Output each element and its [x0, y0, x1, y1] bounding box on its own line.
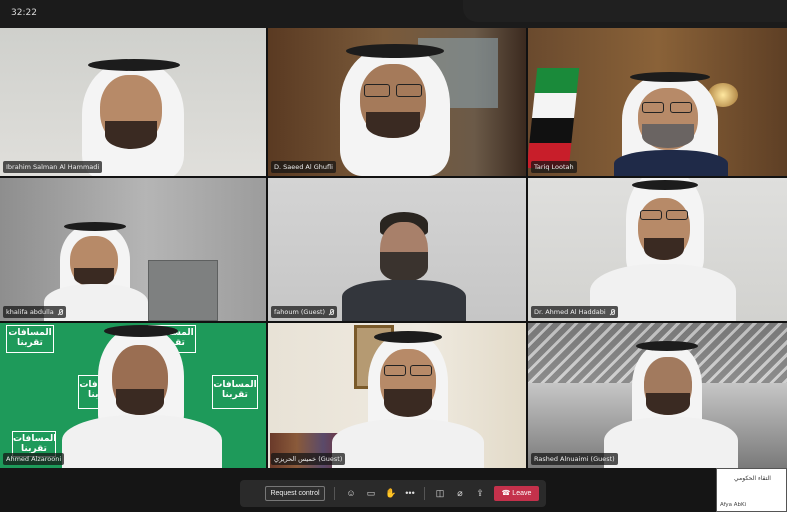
video-grid: Ibrahim Salman Al Hammadi D. Saeed Al Gh… [0, 28, 787, 468]
participant-video [608, 68, 738, 176]
slogan-sign: المسافات تقربنا [6, 325, 54, 353]
participant-name-label: خميس الحريزي (Guest) [271, 453, 346, 465]
participant-name-label: Rashed Alnuaimi (Guest) [531, 453, 618, 465]
self-view-tile[interactable]: التقاء الحكومي Afya AbKi [716, 468, 787, 512]
mic-muted-icon [57, 309, 63, 315]
participant-video [604, 341, 744, 468]
participant-tile[interactable]: Dr. Ahmed Al Haddabi [528, 178, 787, 321]
participant-tile[interactable]: المسافات تقربنا المسافات تقربنا المسافات… [0, 323, 266, 468]
camera-off-icon[interactable]: ◫ [434, 487, 446, 499]
participant-name-label: Dr. Ahmed Al Haddabi [531, 306, 618, 318]
more-icon[interactable]: ••• [404, 487, 416, 499]
mic-muted-icon [328, 309, 335, 315]
participant-tile[interactable]: Tariq Lootah [528, 28, 787, 176]
participant-name-label: Tariq Lootah [531, 161, 577, 173]
participant-name-label: khalifa abdulla [3, 306, 66, 318]
participant-name-label: D. Saeed Al Ghufli [271, 161, 336, 173]
office-cabinet [148, 260, 218, 321]
participant-name-label: Ahmed Alzarooni [3, 453, 65, 465]
phone-hangup-icon: ☎ [501, 490, 513, 497]
participant-tile[interactable]: fahoum (Guest) [268, 178, 526, 321]
mic-off-icon[interactable]: ⌀ [454, 487, 466, 499]
reactions-icon[interactable]: ☺ [345, 487, 357, 499]
toolbar-divider [334, 487, 335, 500]
participant-name-label: Ibrahim Salman Al Hammadi [3, 161, 103, 173]
participant-tile[interactable]: Rashed Alnuaimi (Guest) [528, 323, 787, 468]
participant-tile[interactable]: خميس الحريزي (Guest) [268, 323, 526, 468]
participant-video [342, 208, 466, 321]
participant-tile[interactable]: khalifa abdulla [0, 178, 266, 321]
participant-tile[interactable]: Ibrahim Salman Al Hammadi [0, 28, 266, 176]
self-view-logo: التقاء الحكومي [734, 475, 771, 482]
request-control-button[interactable]: Request control [265, 486, 325, 501]
participant-tile[interactable]: D. Saeed Al Ghufli [268, 28, 526, 176]
participant-video [320, 40, 470, 176]
participant-video [588, 178, 738, 321]
window-header-notch [463, 0, 787, 22]
share-icon[interactable]: ⇪ [474, 487, 486, 499]
participant-video [62, 325, 222, 468]
participant-video [328, 331, 488, 468]
toolbar-divider [424, 487, 425, 500]
mic-muted-icon [609, 309, 615, 315]
participant-name-label: fahoum (Guest) [271, 306, 338, 318]
raise-hand-icon[interactable]: ✋ [385, 487, 397, 499]
self-view-name: Afya AbKi [720, 502, 747, 508]
chat-icon[interactable]: ▭ [365, 487, 377, 499]
clock-time: 32:22 [11, 8, 37, 18]
leave-button[interactable]: ☎ Leave [494, 486, 539, 501]
participant-video [70, 53, 200, 176]
